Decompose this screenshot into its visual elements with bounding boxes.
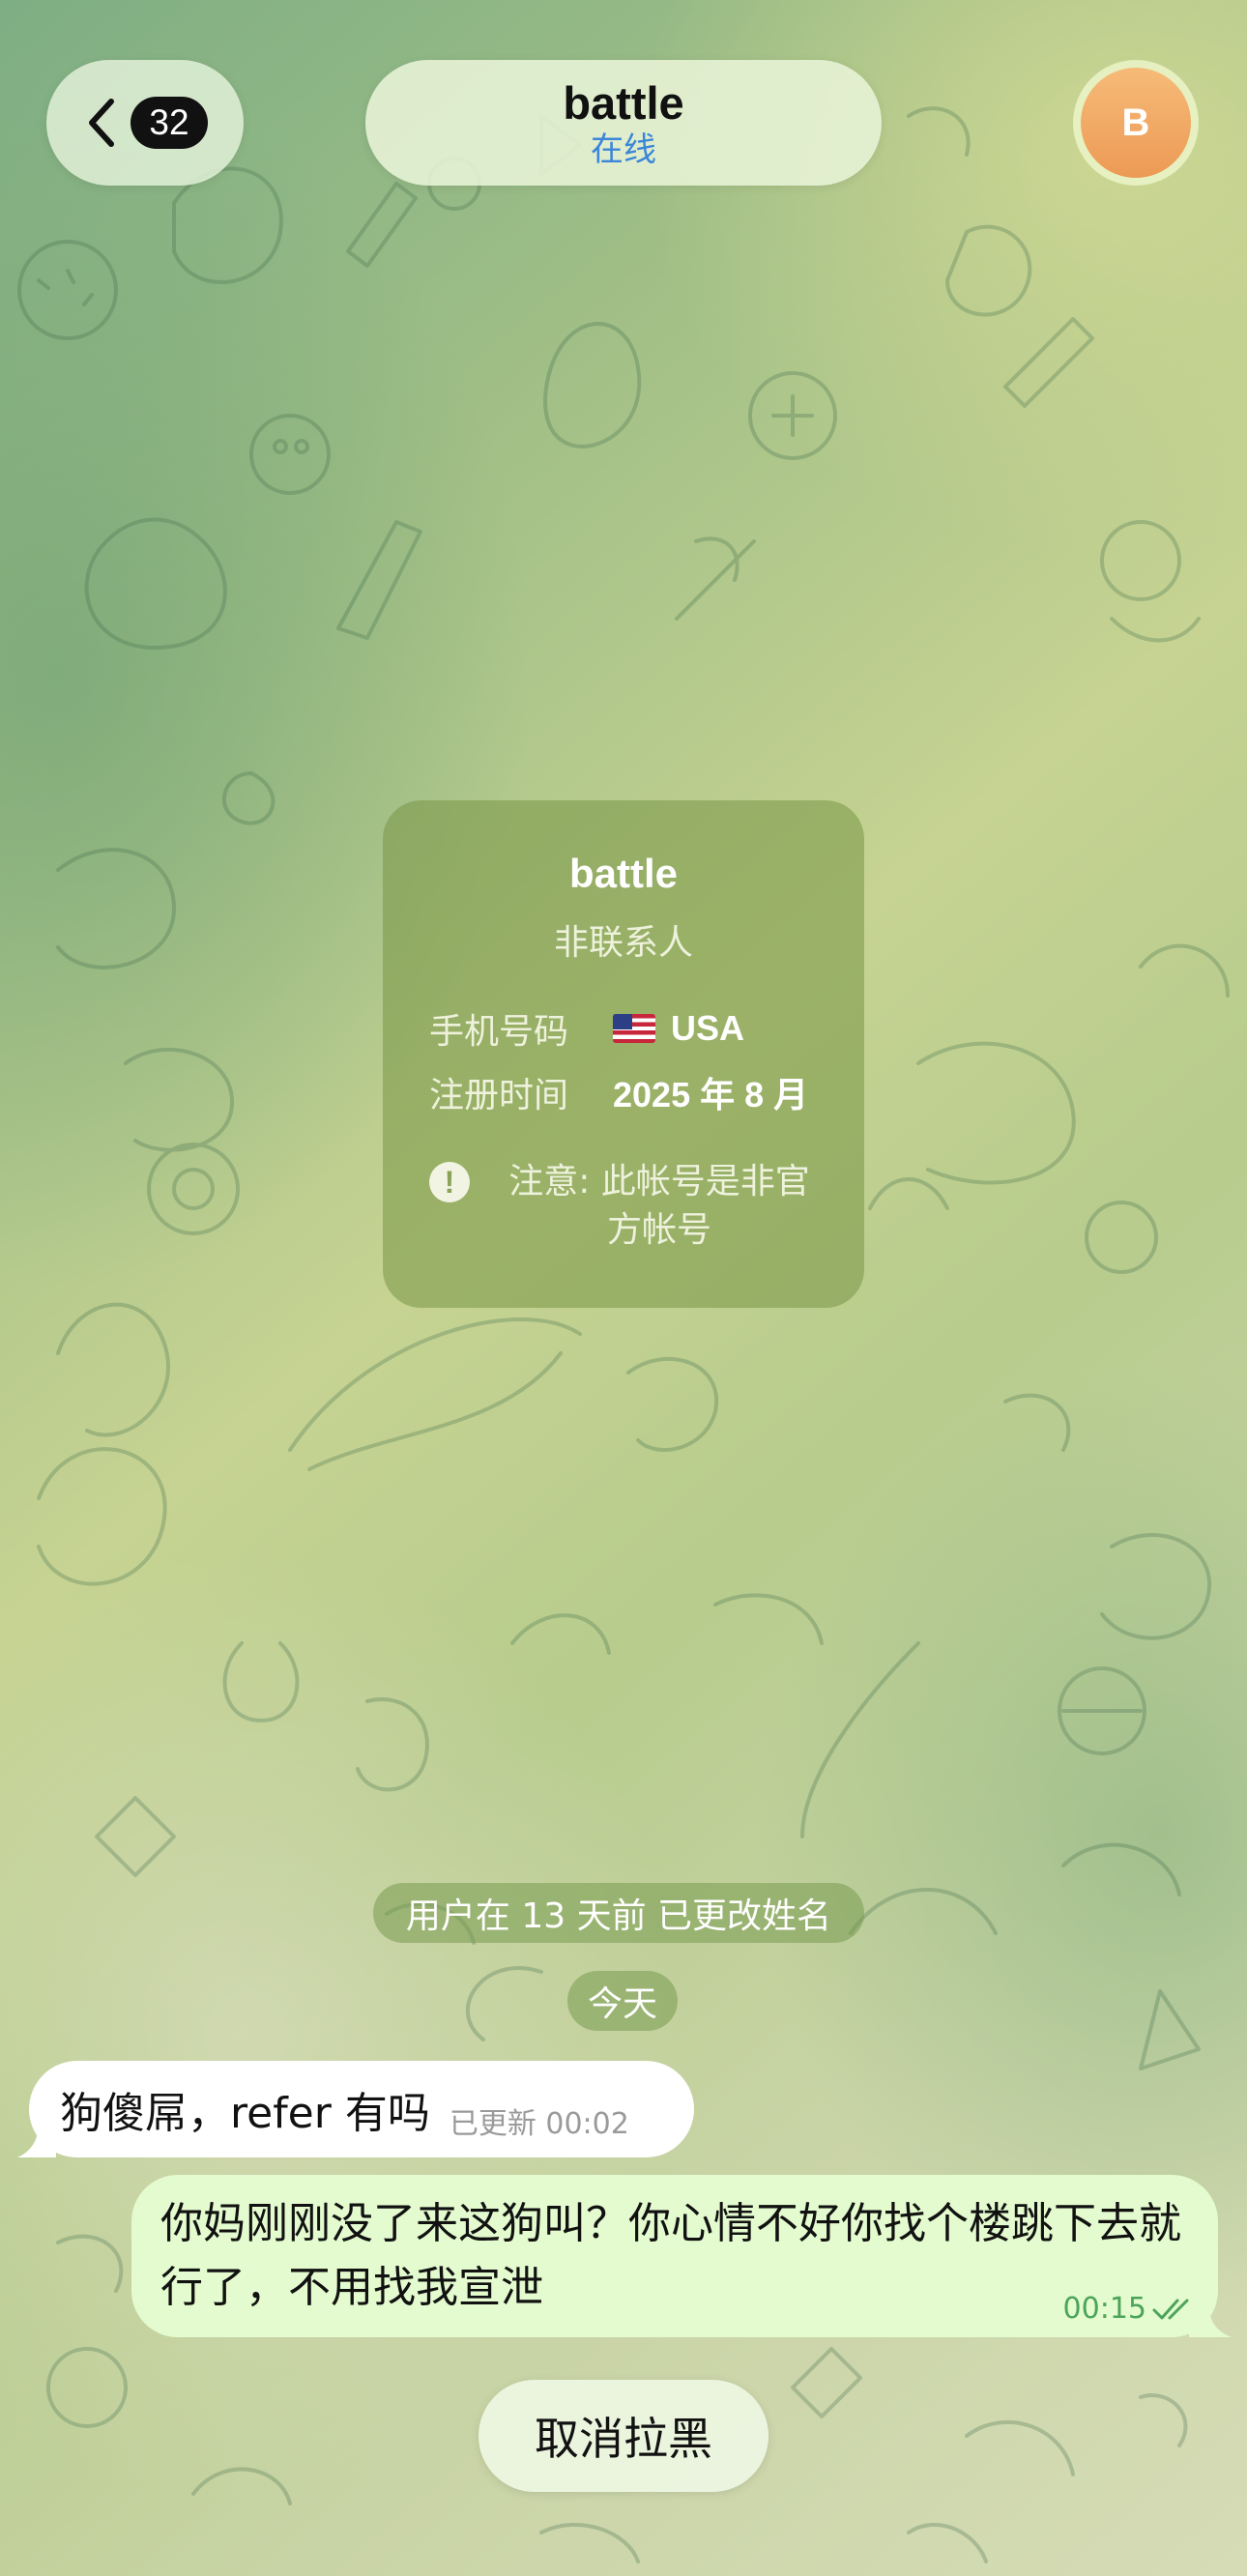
unread-count-badge: 32 bbox=[130, 97, 208, 149]
contact-info-card: battle 非联系人 手机号码 USA 注册时间 2025 年 8 月 ! 注… bbox=[383, 800, 864, 1308]
message-time: 00:15 bbox=[1062, 2292, 1146, 2326]
card-subtitle: 非联系人 bbox=[553, 923, 693, 963]
exclamation-circle-icon: ! bbox=[429, 1162, 470, 1202]
us-flag-icon bbox=[613, 1014, 655, 1043]
message-meta: 00:15 bbox=[1063, 2292, 1197, 2326]
registered-value: 2025 年 8 月 bbox=[613, 1075, 809, 1114]
bubble-tail bbox=[17, 2123, 56, 2157]
rename-notice: 用户在 13 天前 已更改姓名 bbox=[373, 1883, 864, 1943]
outgoing-message-bubble[interactable]: 你妈刚刚没了来这狗叫？你心情不好你找个楼跳下去就行了，不用找我宣泄 00:15 bbox=[131, 2175, 1232, 2337]
unblock-button[interactable]: 取消拉黑 bbox=[478, 2380, 768, 2492]
online-status: 在线 bbox=[591, 130, 656, 169]
warning-text: 注意: 此帐号是非官方帐号 bbox=[508, 1162, 810, 1250]
registered-row: 注册时间 2025 年 8 月 bbox=[429, 1067, 845, 1117]
chevron-left-icon bbox=[89, 99, 114, 147]
message-text: 狗傻屌，refer 有吗 bbox=[60, 2089, 430, 2138]
phone-row: 手机号码 USA bbox=[429, 1003, 845, 1054]
card-user-name: battle bbox=[568, 851, 678, 896]
phone-value: USA bbox=[671, 1008, 745, 1048]
date-divider: 今天 bbox=[567, 1971, 678, 2031]
avatar: B bbox=[1081, 68, 1191, 178]
phone-value-wrap: USA bbox=[613, 1008, 744, 1049]
profile-avatar-button[interactable]: B bbox=[1073, 60, 1199, 186]
chat-title: battle bbox=[563, 77, 684, 129]
registered-label: 注册时间 bbox=[429, 1076, 569, 1115]
message-meta: 已更新 00:02 bbox=[449, 2107, 629, 2141]
incoming-message-bubble[interactable]: 狗傻屌，refer 有吗 已更新 00:02 bbox=[17, 2061, 694, 2157]
double-check-icon bbox=[1152, 2299, 1189, 2319]
phone-label: 手机号码 bbox=[429, 1012, 569, 1052]
message-text: 你妈刚刚没了来这狗叫？你心情不好你找个楼跳下去就行了，不用找我宣泄 bbox=[160, 2199, 1181, 2312]
back-button[interactable]: 32 bbox=[46, 60, 244, 186]
unofficial-warning: ! 注意: 此帐号是非官方帐号 bbox=[429, 1158, 826, 1255]
chat-title-header[interactable]: battle 在线 bbox=[365, 60, 882, 186]
